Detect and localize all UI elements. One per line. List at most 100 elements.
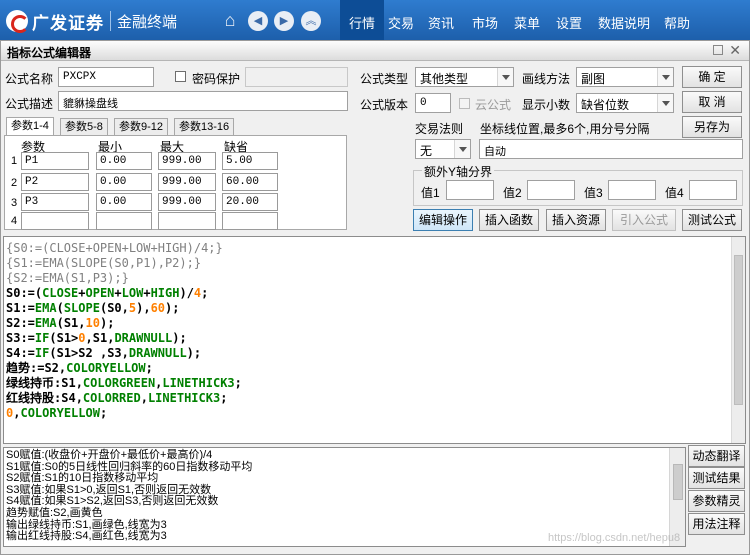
- code-line: S4:=IF(S1>S2 ,S3,DRAWNULL);: [6, 346, 202, 360]
- yaxis-value-2-input[interactable]: [527, 180, 575, 200]
- ok-button[interactable]: 确 定: [682, 66, 742, 88]
- yaxis-value-4-label: 值4: [665, 186, 684, 200]
- param-default-input[interactable]: 5.00: [222, 152, 278, 170]
- coord-label: 坐标线位置,最多6个,用分号分隔: [480, 122, 650, 136]
- import-formula-button[interactable]: 引入公式: [612, 209, 676, 231]
- tab-params-5-8[interactable]: 参数5-8: [60, 118, 108, 136]
- coord-input[interactable]: 自动: [479, 139, 743, 159]
- param-row-index: 3: [11, 197, 18, 209]
- dialog-title-bar[interactable]: 指标公式编辑器 ✕: [1, 41, 749, 61]
- code-line: 红线持股:S4,COLORRED,LINETHICK3;: [6, 391, 228, 405]
- formula-type-value: 其他类型: [420, 72, 469, 86]
- trade-rule-select[interactable]: 无: [415, 139, 471, 159]
- translation-scroll-thumb[interactable]: [673, 464, 683, 500]
- yaxis-value-1-label: 值1: [421, 186, 440, 200]
- formula-name-label: 公式名称: [5, 72, 54, 86]
- param-name-input[interactable]: [21, 212, 89, 230]
- tab-params-9-12[interactable]: 参数9-12: [114, 118, 169, 136]
- decimals-select[interactable]: 缺省位数: [576, 93, 674, 113]
- yaxis-value-3-input[interactable]: [608, 180, 656, 200]
- param-row-index: 1: [11, 155, 18, 167]
- draw-method-select[interactable]: 副图: [576, 67, 674, 87]
- formula-type-select[interactable]: 其他类型: [415, 67, 514, 87]
- code-line: S0:=(CLOSE+OPEN+LOW+HIGH)/4;: [6, 286, 209, 300]
- app-top-bar: 广发证券 金融终端 ⌂ ◀ ▶ ︽ 行情 交易 资讯 市场 菜单 设置 数据说明…: [0, 0, 750, 40]
- yaxis-value-1-input[interactable]: [446, 180, 494, 200]
- insert-resource-button[interactable]: 插入资源: [546, 209, 606, 231]
- editor-scrollbar[interactable]: [731, 237, 745, 443]
- chevron-down-icon: [497, 68, 513, 86]
- yaxis-value-4-input[interactable]: [689, 180, 737, 200]
- code-line: S3:=IF(S1>0,S1,DRAWNULL);: [6, 331, 187, 345]
- collapse-up-icon[interactable]: ︽: [301, 11, 321, 31]
- param-table: 参数 最小 最大 缺省 1 P1 0.00 999.00 5.00 2 P2 0…: [4, 135, 347, 230]
- chevron-down-icon: [657, 94, 673, 112]
- param-max-input[interactable]: 999.00: [158, 152, 216, 170]
- brand-logo: 广发证券 金融终端: [6, 8, 177, 34]
- param-wizard-button[interactable]: 参数精灵: [688, 490, 745, 512]
- cloud-formula-label: 云公式: [475, 98, 512, 112]
- translation-line: 输出绿线持币:S1,画绿色,线宽为3: [6, 518, 167, 531]
- menu-menu[interactable]: 菜单: [510, 0, 544, 40]
- product-name: 金融终端: [117, 13, 178, 31]
- tab-params-13-16[interactable]: 参数13-16: [174, 118, 235, 136]
- cloud-formula-checkbox[interactable]: [459, 98, 470, 109]
- param-default-input[interactable]: 20.00: [222, 193, 278, 211]
- param-name-input[interactable]: P2: [21, 173, 89, 191]
- param-min-input[interactable]: 0.00: [96, 173, 152, 191]
- menu-quotes[interactable]: 行情: [340, 0, 384, 40]
- version-input[interactable]: 0: [415, 93, 451, 113]
- cancel-button[interactable]: 取 消: [682, 91, 742, 113]
- password-checkbox[interactable]: [175, 71, 186, 82]
- param-min-input[interactable]: 0.00: [96, 193, 152, 211]
- param-default-input[interactable]: 60.00: [222, 173, 278, 191]
- version-label: 公式版本: [360, 98, 409, 112]
- formula-code-editor[interactable]: {S0:=(CLOSE+OPEN+LOW+HIGH)/4;} {S1:=EMA(S…: [3, 236, 746, 444]
- translation-line: S0赋值:(收盘价+开盘价+最低价+最高价)/4: [6, 449, 213, 461]
- formula-desc-label: 公式描述: [5, 97, 54, 111]
- password-input[interactable]: [245, 67, 348, 87]
- code-line: {S0:=(CLOSE+OPEN+LOW+HIGH)/4;}: [6, 241, 223, 255]
- formula-type-label: 公式类型: [360, 72, 409, 86]
- logo-icon: [6, 10, 29, 33]
- forward-icon[interactable]: ▶: [274, 11, 294, 31]
- tab-params-1-4[interactable]: 参数1-4: [6, 117, 54, 136]
- param-max-input[interactable]: 999.00: [158, 173, 216, 191]
- menu-market[interactable]: 市场: [468, 0, 502, 40]
- menu-news[interactable]: 资讯: [424, 0, 458, 40]
- watermark: https://blog.csdn.net/hepu8: [548, 532, 681, 544]
- test-formula-button[interactable]: 测试公式: [682, 209, 742, 231]
- code-line: 趋势:=S2,COLORYELLOW;: [6, 361, 153, 375]
- dynamic-translate-button[interactable]: 动态翻译: [688, 445, 745, 467]
- param-name-input[interactable]: P3: [21, 193, 89, 211]
- test-result-button[interactable]: 测试结果: [688, 467, 745, 489]
- close-icon[interactable]: ✕: [729, 42, 741, 59]
- usage-notes-button[interactable]: 用法注释: [688, 513, 745, 535]
- formula-name-input[interactable]: PXCPX: [58, 67, 154, 87]
- trade-rule-value: 无: [420, 144, 433, 158]
- menu-help[interactable]: 帮助: [660, 0, 694, 40]
- home-icon[interactable]: ⌂: [220, 11, 240, 31]
- param-max-input[interactable]: 999.00: [158, 193, 216, 211]
- menu-settings[interactable]: 设置: [552, 0, 586, 40]
- chevron-down-icon: [657, 68, 673, 86]
- param-name-input[interactable]: P1: [21, 152, 89, 170]
- back-icon[interactable]: ◀: [248, 11, 268, 31]
- decimals-value: 缺省位数: [581, 98, 630, 112]
- translation-line: 趋势赋值:S2,画黄色: [6, 507, 103, 519]
- edit-operation-button[interactable]: 编辑操作: [413, 209, 473, 231]
- param-min-input[interactable]: 0.00: [96, 152, 152, 170]
- translation-line: S2赋值:S1的10日指数移动平均: [6, 472, 159, 485]
- formula-desc-input[interactable]: 貔貅操盘线: [58, 91, 348, 111]
- menu-data-notes[interactable]: 数据说明: [594, 0, 654, 40]
- save-as-button[interactable]: 另存为: [682, 116, 742, 138]
- param-max-input[interactable]: [158, 212, 216, 230]
- param-row-index: 4: [11, 215, 18, 227]
- maximize-icon[interactable]: [713, 45, 723, 55]
- code-line: {S1:=EMA(SLOPE(S0,P1),P2);}: [6, 256, 202, 270]
- insert-function-button[interactable]: 插入函数: [479, 209, 539, 231]
- editor-scroll-thumb[interactable]: [734, 255, 743, 405]
- menu-trade[interactable]: 交易: [384, 0, 418, 40]
- param-min-input[interactable]: [96, 212, 152, 230]
- param-default-input[interactable]: [222, 212, 278, 230]
